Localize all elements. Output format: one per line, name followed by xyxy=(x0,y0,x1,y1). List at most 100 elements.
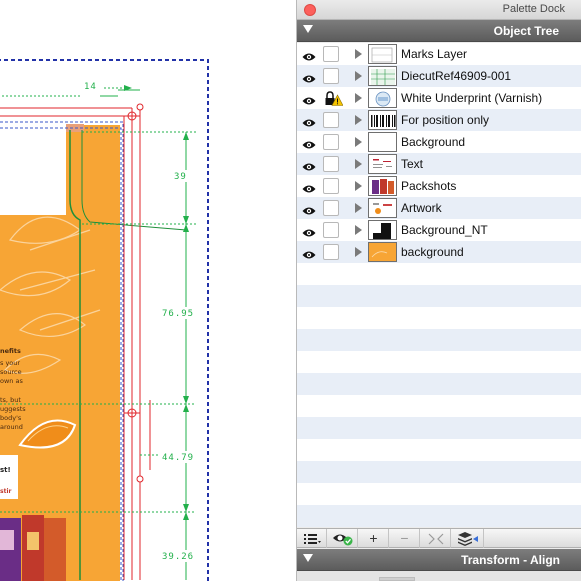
expand-triangle-icon[interactable] xyxy=(355,93,362,103)
collapse-button[interactable] xyxy=(421,529,451,548)
lock-warning-icon[interactable] xyxy=(325,91,344,107)
layer-thumbnail xyxy=(368,220,397,240)
svg-text:body's: body's xyxy=(0,414,22,422)
document-canvas[interactable]: 14 39 76.95 44.79 39.26 nefits s your so… xyxy=(0,0,296,581)
lock-checkbox[interactable] xyxy=(323,46,339,62)
lock-checkbox[interactable] xyxy=(323,112,339,128)
layer-row[interactable]: background xyxy=(297,241,581,263)
svg-text:stir: stir xyxy=(0,488,11,495)
layer-thumbnail xyxy=(368,132,397,152)
layer-thumbnail xyxy=(368,198,397,218)
dock-titlebar[interactable]: Palette Dock xyxy=(297,0,581,20)
svg-text:ts, but: ts, but xyxy=(0,396,21,404)
object-tree-title: Object Tree xyxy=(493,24,559,38)
window-cutout xyxy=(0,125,66,215)
lock-checkbox[interactable] xyxy=(323,200,339,216)
lock-checkbox[interactable] xyxy=(323,68,339,84)
visibility-eye-icon[interactable] xyxy=(302,181,316,193)
layer-name[interactable]: White Underprint (Varnish) xyxy=(401,91,542,105)
list-menu-icon xyxy=(303,534,321,544)
layer-row[interactable]: White Underprint (Varnish) xyxy=(297,87,581,109)
expand-triangle-icon[interactable] xyxy=(355,115,362,125)
lock-checkbox[interactable] xyxy=(323,222,339,238)
list-menu-button[interactable] xyxy=(297,529,327,548)
visibility-eye-icon[interactable] xyxy=(302,159,316,171)
empty-row xyxy=(297,439,581,461)
visibility-toggle-button[interactable] xyxy=(328,529,358,548)
dimension-label: 14 xyxy=(84,82,97,92)
object-tree: Marks Layer DiecutRef46909-001 White Under… xyxy=(297,43,581,528)
dimension-label: 39 xyxy=(174,172,187,182)
expand-triangle-icon[interactable] xyxy=(355,247,362,257)
eye-check-icon xyxy=(332,534,352,546)
guide-node xyxy=(136,475,144,483)
packshot-images xyxy=(0,515,66,581)
svg-text:s your: s your xyxy=(0,359,20,367)
transform-align-header[interactable]: Transform - Align xyxy=(297,549,581,571)
layer-row[interactable]: Artwork xyxy=(297,197,581,219)
layers-button[interactable] xyxy=(452,529,484,548)
layer-row[interactable]: Background xyxy=(297,131,581,153)
empty-row xyxy=(297,329,581,351)
transform-panel-body xyxy=(297,571,581,581)
layer-row[interactable]: Background_NT xyxy=(297,219,581,241)
registration-mark xyxy=(124,405,140,421)
dock-title: Palette Dock xyxy=(502,3,565,15)
layer-row[interactable]: DiecutRef46909-001 xyxy=(297,65,581,87)
disclosure-triangle-icon[interactable] xyxy=(303,554,313,562)
remove-layer-button[interactable]: − xyxy=(390,529,420,548)
object-tree-header[interactable]: Object Tree xyxy=(297,20,581,42)
layer-row[interactable]: Packshots xyxy=(297,175,581,197)
layer-row[interactable]: Text xyxy=(297,153,581,175)
layer-name[interactable]: Packshots xyxy=(401,179,456,193)
layer-name[interactable]: Text xyxy=(401,157,423,171)
lock-checkbox[interactable] xyxy=(323,178,339,194)
layer-row[interactable]: Marks Layer xyxy=(297,43,581,65)
layer-name[interactable]: DiecutRef46909-001 xyxy=(401,69,511,83)
layer-name[interactable]: Background_NT xyxy=(401,223,488,237)
transform-align-title: Transform - Align xyxy=(461,553,560,567)
lock-checkbox[interactable] xyxy=(323,134,339,150)
expand-triangle-icon[interactable] xyxy=(355,49,362,59)
svg-text:source: source xyxy=(0,368,22,376)
expand-triangle-icon[interactable] xyxy=(355,225,362,235)
layer-name[interactable]: For position only xyxy=(401,113,489,127)
expand-triangle-icon[interactable] xyxy=(355,181,362,191)
layer-name[interactable]: Artwork xyxy=(401,201,442,215)
empty-row xyxy=(297,263,581,285)
artwork-preview: 14 39 76.95 44.79 39.26 nefits s your so… xyxy=(0,59,209,581)
collapse-arrows-icon xyxy=(428,533,443,545)
disclosure-triangle-icon[interactable] xyxy=(303,25,313,33)
close-button[interactable] xyxy=(304,4,316,16)
empty-row xyxy=(297,395,581,417)
layer-thumbnail xyxy=(368,242,397,262)
layer-name[interactable]: Background xyxy=(401,135,465,149)
panel-control[interactable] xyxy=(379,577,415,581)
empty-row xyxy=(297,417,581,439)
expand-triangle-icon[interactable] xyxy=(355,203,362,213)
visibility-eye-icon[interactable] xyxy=(302,71,316,83)
empty-row xyxy=(297,483,581,505)
layer-thumbnail xyxy=(368,110,397,130)
layer-thumbnail xyxy=(368,66,397,86)
visibility-eye-icon[interactable] xyxy=(302,203,316,215)
layer-row[interactable]: For position only xyxy=(297,109,581,131)
layer-name[interactable]: Marks Layer xyxy=(401,47,467,61)
visibility-eye-icon[interactable] xyxy=(302,49,316,61)
lock-checkbox[interactable] xyxy=(323,244,339,260)
visibility-eye-icon[interactable] xyxy=(302,93,316,105)
add-layer-button[interactable]: + xyxy=(359,529,389,548)
layer-name[interactable]: background xyxy=(401,245,464,259)
empty-row xyxy=(297,461,581,483)
visibility-eye-icon[interactable] xyxy=(302,247,316,259)
lock-checkbox[interactable] xyxy=(323,156,339,172)
svg-text:around: around xyxy=(0,423,23,431)
expand-triangle-icon[interactable] xyxy=(355,137,362,147)
visibility-eye-icon[interactable] xyxy=(302,115,316,127)
svg-text:nefits: nefits xyxy=(0,347,21,355)
expand-triangle-icon[interactable] xyxy=(355,71,362,81)
visibility-eye-icon[interactable] xyxy=(302,137,316,149)
visibility-eye-icon[interactable] xyxy=(302,225,316,237)
layer-thumbnail xyxy=(368,176,397,196)
expand-triangle-icon[interactable] xyxy=(355,159,362,169)
